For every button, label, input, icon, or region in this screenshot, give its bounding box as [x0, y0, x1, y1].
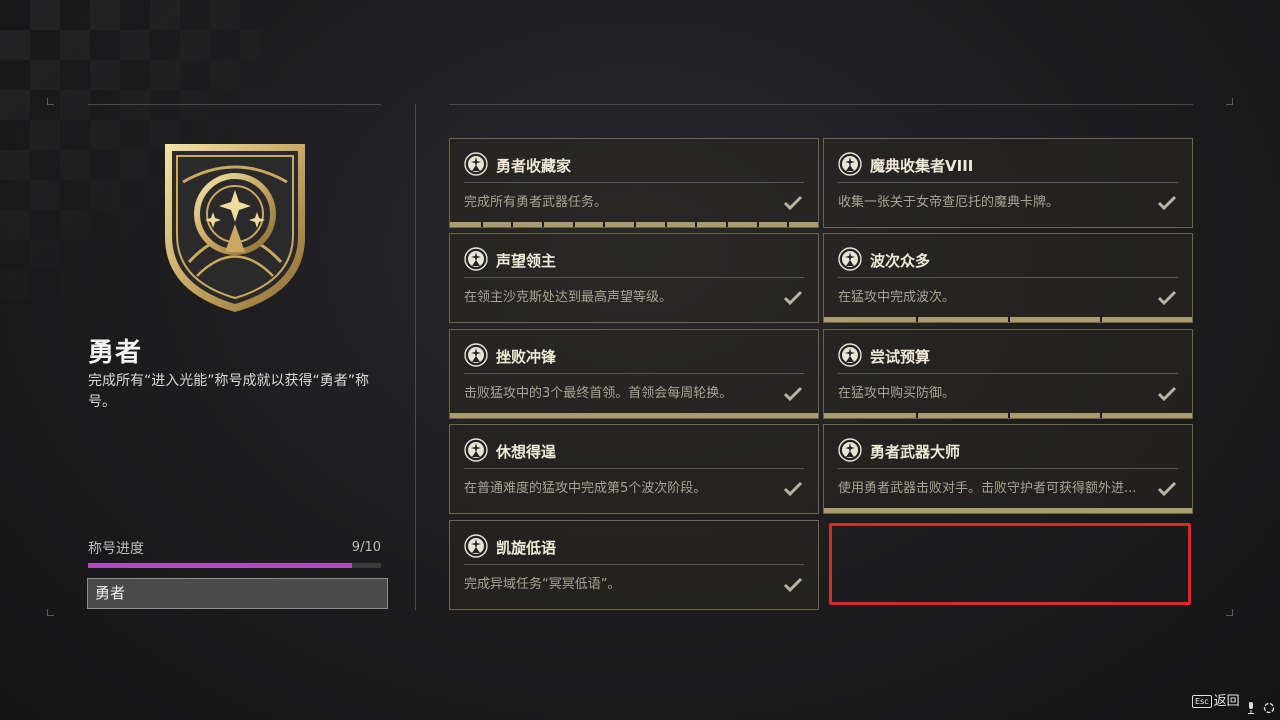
panel-divider [415, 104, 416, 610]
triumph-description: 收集一张关于女帝查厄托的魔典卡牌。 [838, 195, 1060, 210]
card-divider [464, 468, 804, 469]
checkmark-icon [1157, 481, 1177, 497]
card-divider [464, 182, 804, 183]
triumph-card[interactable]: 波次众多在猛攻中完成波次。 [823, 233, 1193, 323]
card-divider [464, 564, 804, 565]
seal-title: 勇者 [88, 338, 143, 368]
objective-progress-bar [824, 317, 1192, 322]
triumph-emblem-icon [838, 438, 862, 462]
back-label: 返回 [1213, 694, 1240, 709]
checkmark-icon [783, 386, 803, 402]
triumph-description: 使用勇者武器击败对手。击败守护者可获得额外进... [838, 481, 1137, 496]
card-divider [838, 182, 1178, 183]
seal-emblem-icon [165, 144, 305, 312]
frame-corner [1226, 609, 1233, 616]
card-divider [464, 373, 804, 374]
back-button[interactable]: Esc 返回 [1192, 690, 1240, 709]
triumph-card[interactable]: 魔典收集者VIII 收集一张关于女帝查厄托的魔典卡牌。 [823, 138, 1193, 228]
checkmark-icon [1157, 290, 1177, 306]
objective-progress-bar [824, 508, 1192, 513]
card-divider [838, 468, 1178, 469]
seal-title-preview[interactable]: 勇者 [87, 578, 388, 609]
card-divider [838, 373, 1178, 374]
triumph-name: 尝试预算 [870, 348, 931, 366]
triumph-card[interactable]: 勇者收藏家完成所有勇者武器任务。 [449, 138, 819, 228]
progress-count: 9/10 [351, 540, 381, 555]
triumph-card[interactable]: 休想得逞在普通难度的猛攻中完成第5个波次阶段。 [449, 424, 819, 514]
triumph-emblem-icon [464, 438, 488, 462]
triumph-name: 勇者收藏家 [496, 157, 572, 175]
frame-corner [47, 609, 54, 616]
triumph-name: 凯旋低语 [496, 539, 557, 557]
seal-description: 完成所有“进入光能”称号成就以获得“勇者”称号。 [88, 373, 370, 410]
triumph-emblem-icon [464, 247, 488, 271]
checkmark-icon [783, 290, 803, 306]
objective-progress-bar [450, 222, 818, 227]
card-divider [464, 277, 804, 278]
triumph-card[interactable]: 勇者武器大师使用勇者武器击败对手。击败守护者可获得额外进... [823, 424, 1193, 514]
card-divider [838, 277, 1178, 278]
checkmark-icon [783, 577, 803, 593]
checkmark-icon [783, 195, 803, 211]
triumph-description: 击败猛攻中的3个最终首领。首领会每周轮换。 [464, 386, 733, 401]
esc-key-icon: Esc [1192, 695, 1212, 708]
triumph-name: 魔典收集者VIII [870, 157, 974, 175]
frame-corner [1226, 98, 1233, 105]
progress-label: 称号进度 [88, 541, 144, 557]
triumph-description: 在猛攻中完成波次。 [838, 290, 956, 305]
objective-progress-bar [450, 413, 818, 418]
objective-progress-bar [824, 413, 1192, 418]
checkmark-icon [1157, 386, 1177, 402]
triumph-card[interactable]: 挫败冲锋击败猛攻中的3个最终首领。首领会每周轮换。 [449, 329, 819, 419]
triumph-description: 在普通难度的猛攻中完成第5个波次阶段。 [464, 481, 707, 496]
triumph-emblem-icon [838, 152, 862, 176]
triumph-name: 波次众多 [870, 252, 931, 270]
triumph-card[interactable]: 声望领主在领主沙克斯处达到最高声望等级。 [449, 233, 819, 323]
triumph-emblem-icon [464, 534, 488, 558]
triumph-name: 声望领主 [496, 252, 557, 270]
triumph-name: 休想得逞 [496, 443, 557, 461]
triumph-description: 完成所有勇者武器任务。 [464, 195, 608, 210]
checkmark-icon [1157, 195, 1177, 211]
status-ring-icon [1263, 702, 1275, 714]
microphone-icon [1248, 702, 1254, 714]
triumph-card[interactable]: 凯旋低语完成异域任务“冥冥低语”。 [449, 520, 819, 610]
right-panel-top-rule [449, 104, 1193, 105]
triumph-emblem-icon [838, 343, 862, 367]
checkmark-icon [783, 481, 803, 497]
triumph-name: 勇者武器大师 [870, 443, 961, 461]
triumph-description: 在领主沙克斯处达到最高声望等级。 [464, 290, 673, 305]
triumph-card[interactable]: 尝试预算在猛攻中购买防御。 [823, 329, 1193, 419]
triumph-name: 挫败冲锋 [496, 348, 557, 366]
triumph-description: 在猛攻中购买防御。 [838, 386, 956, 401]
empty-triumph-slot-highlight [829, 523, 1191, 605]
triumph-description: 完成异域任务“冥冥低语”。 [464, 577, 621, 592]
progress-bar [88, 563, 381, 568]
progress-bar-fill [88, 563, 352, 568]
left-panel-top-rule [88, 104, 381, 105]
triumph-emblem-icon [464, 343, 488, 367]
frame-corner [47, 98, 54, 105]
triumph-emblem-icon [464, 152, 488, 176]
triumph-emblem-icon [838, 247, 862, 271]
